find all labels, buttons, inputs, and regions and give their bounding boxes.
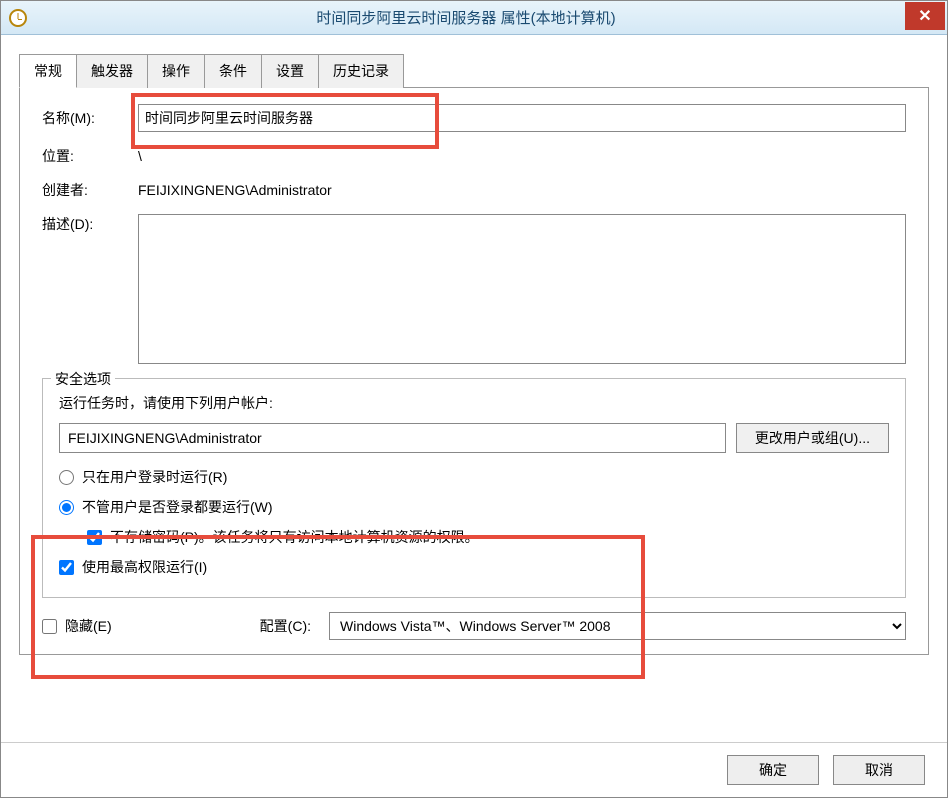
tab-actions[interactable]: 操作 <box>147 54 205 88</box>
content-area: 常规 触发器 操作 条件 设置 历史记录 名称(M): 位置: \ 创建者: F… <box>1 35 947 663</box>
radio-run-whether-logged-input[interactable] <box>59 500 74 515</box>
config-select[interactable]: Windows Vista™、Windows Server™ 2008 <box>329 612 906 640</box>
tab-settings[interactable]: 设置 <box>261 54 319 88</box>
window-title: 时间同步阿里云时间服务器 属性(本地计算机) <box>27 7 905 28</box>
dialog-footer: 确定 取消 <box>1 742 947 797</box>
tab-strip: 常规 触发器 操作 条件 设置 历史记录 <box>19 53 929 88</box>
config-label: 配置(C): <box>260 616 311 636</box>
properties-dialog: 时间同步阿里云时间服务器 属性(本地计算机) ✕ 常规 触发器 操作 条件 设置… <box>0 0 948 798</box>
check-no-store-password-input[interactable] <box>87 530 102 545</box>
security-legend: 安全选项 <box>51 369 115 389</box>
tab-history[interactable]: 历史记录 <box>318 54 404 88</box>
name-input[interactable] <box>138 104 906 132</box>
close-button[interactable]: ✕ <box>905 2 945 30</box>
cancel-button[interactable]: 取消 <box>833 755 925 785</box>
row-description: 描述(D): <box>42 214 906 364</box>
check-highest-priv-label: 使用最高权限运行(I) <box>82 557 207 577</box>
check-no-store-password-label: 不存储密码(P)。该任务将只有访问本地计算机资源的权限。 <box>110 527 479 547</box>
row-name: 名称(M): <box>42 104 906 132</box>
location-value: \ <box>138 148 142 164</box>
tab-conditions[interactable]: 条件 <box>204 54 262 88</box>
security-options-group: 安全选项 运行任务时，请使用下列用户帐户: 更改用户或组(U)... 只在用户登… <box>42 378 906 598</box>
row-author: 创建者: FEIJIXINGNENG\Administrator <box>42 180 906 200</box>
check-hidden-label: 隐藏(E) <box>65 616 112 636</box>
radio-run-only-logged-label: 只在用户登录时运行(R) <box>82 467 227 487</box>
row-hidden-config: 隐藏(E) 配置(C): Windows Vista™、Windows Serv… <box>42 612 906 640</box>
account-row: 更改用户或组(U)... <box>59 423 889 453</box>
run-as-label: 运行任务时，请使用下列用户帐户: <box>59 393 889 413</box>
tab-general[interactable]: 常规 <box>19 54 77 88</box>
check-no-store-password[interactable]: 不存储密码(P)。该任务将只有访问本地计算机资源的权限。 <box>87 527 889 547</box>
check-hidden-input[interactable] <box>42 619 57 634</box>
change-user-button[interactable]: 更改用户或组(U)... <box>736 423 889 453</box>
radio-run-only-logged[interactable]: 只在用户登录时运行(R) <box>59 467 889 487</box>
name-label: 名称(M): <box>42 108 138 128</box>
check-hidden[interactable]: 隐藏(E) <box>42 616 112 636</box>
check-highest-priv[interactable]: 使用最高权限运行(I) <box>59 557 889 577</box>
row-location: 位置: \ <box>42 146 906 166</box>
author-label: 创建者: <box>42 180 138 200</box>
author-value: FEIJIXINGNENG\Administrator <box>138 182 332 198</box>
radio-run-whether-logged[interactable]: 不管用户是否登录都要运行(W) <box>59 497 889 517</box>
tab-triggers[interactable]: 触发器 <box>76 54 148 88</box>
check-highest-priv-input[interactable] <box>59 560 74 575</box>
tab-panel-general: 名称(M): 位置: \ 创建者: FEIJIXINGNENG\Administ… <box>19 88 929 655</box>
location-label: 位置: <box>42 146 138 166</box>
radio-run-whether-logged-label: 不管用户是否登录都要运行(W) <box>82 497 273 517</box>
account-input <box>59 423 726 453</box>
description-input[interactable] <box>138 214 906 364</box>
titlebar: 时间同步阿里云时间服务器 属性(本地计算机) ✕ <box>1 1 947 35</box>
ok-button[interactable]: 确定 <box>727 755 819 785</box>
description-label: 描述(D): <box>42 214 138 234</box>
clock-icon <box>9 9 27 27</box>
radio-run-only-logged-input[interactable] <box>59 470 74 485</box>
